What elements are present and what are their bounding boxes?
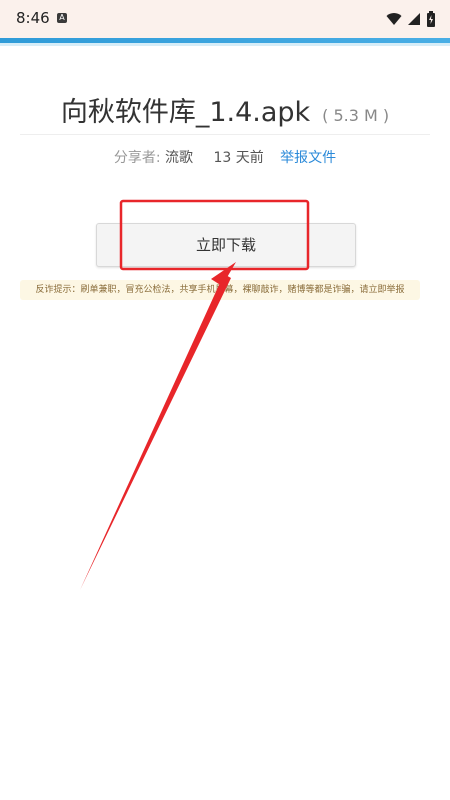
a-notification-icon: A <box>57 13 67 23</box>
file-title: 向秋软件库_1.4.apk ( 5.3 M ) <box>0 90 450 129</box>
sharer-label: 分享者: <box>113 150 161 166</box>
file-meta: 分享者: 流歌 13 天前 举报文件 <box>0 147 450 167</box>
battery-icon <box>427 10 435 27</box>
sharer-name: 流歌 <box>165 150 193 166</box>
annotation-arrow-shaft <box>80 274 231 590</box>
header-accent-shadow <box>0 43 450 46</box>
status-time: 8:46 <box>16 9 50 27</box>
divider <box>20 134 430 135</box>
status-icons <box>386 8 436 28</box>
status-bar: 8:46 A <box>0 0 450 38</box>
download-button[interactable]: 立即下载 <box>96 223 356 267</box>
file-size: ( 5.3 M ) <box>322 106 390 125</box>
anti-fraud-warning: 反诈提示：刷单兼职，冒充公检法，共享手机屏幕，裸聊敲诈，赌博等都是诈骗，请立即举… <box>20 280 420 300</box>
signal-icon <box>407 12 420 25</box>
wifi-icon <box>386 12 402 25</box>
report-file-link[interactable]: 举报文件 <box>280 150 336 166</box>
upload-time: 13 天前 <box>213 150 264 166</box>
file-name: 向秋软件库_1.4.apk <box>60 97 311 128</box>
